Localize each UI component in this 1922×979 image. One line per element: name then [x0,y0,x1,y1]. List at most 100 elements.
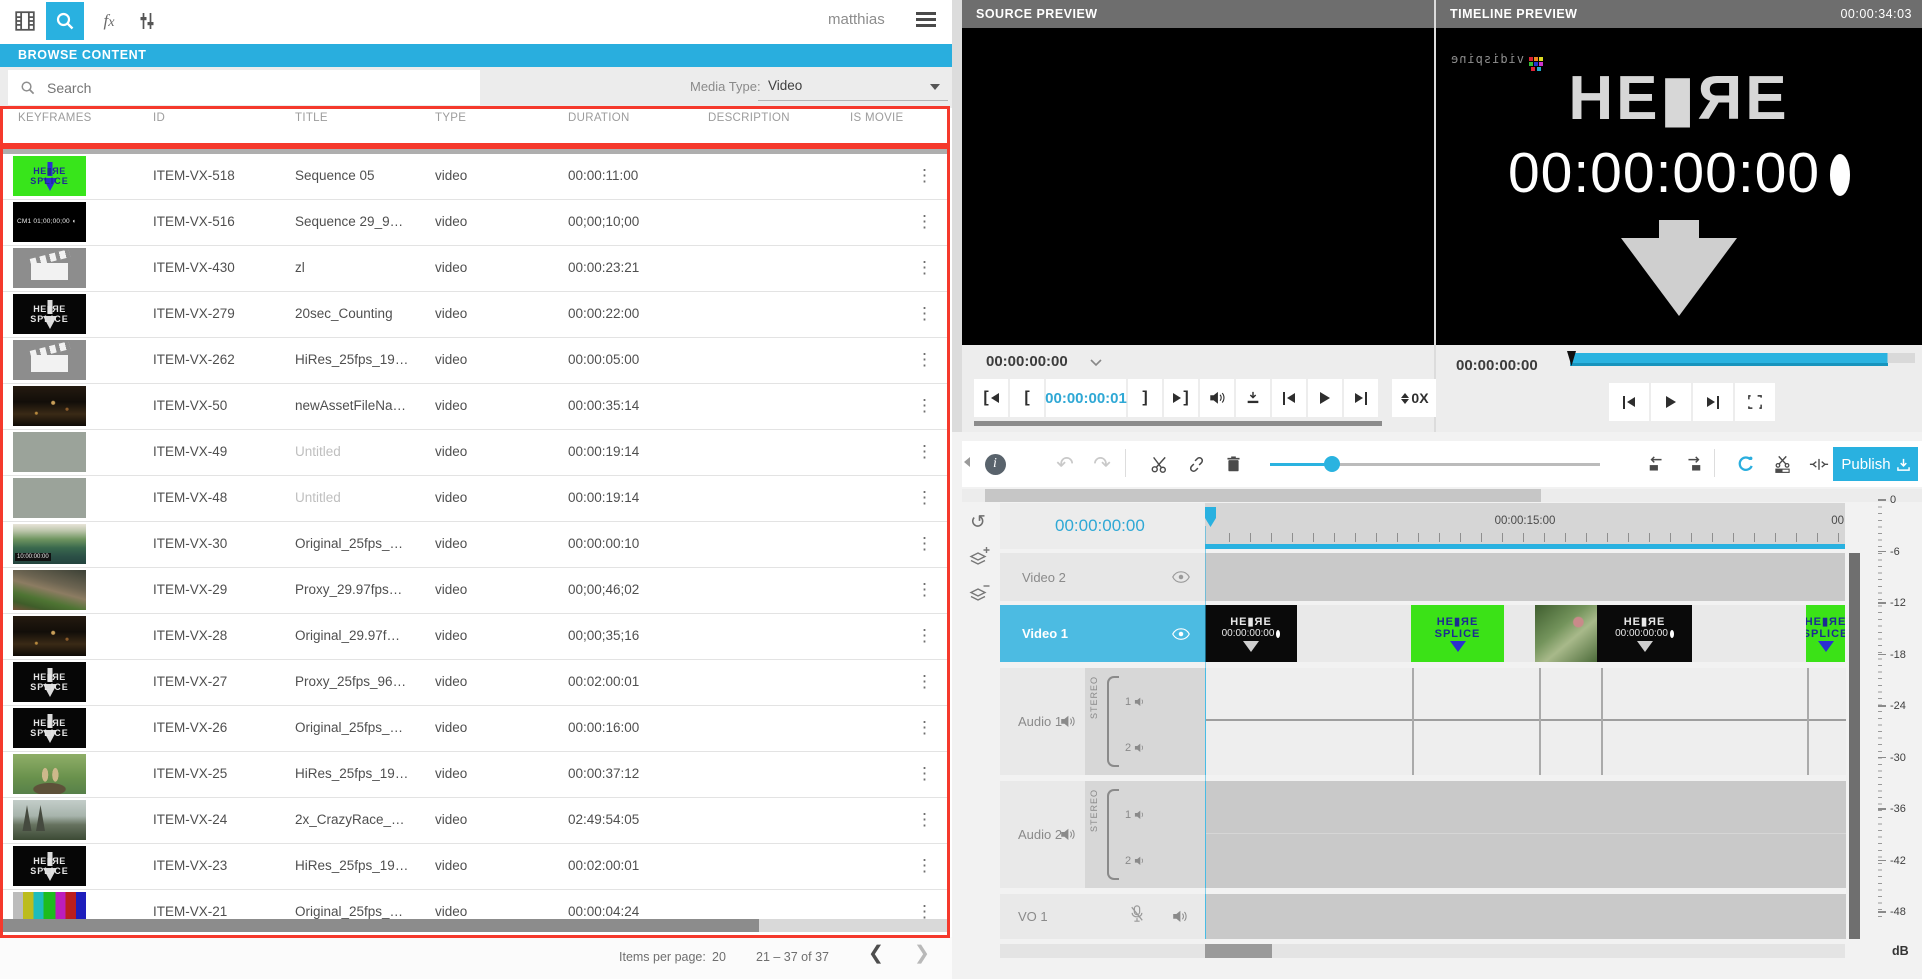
track-content-audio1[interactable] [1205,668,1846,775]
fullscreen-button[interactable] [1735,383,1775,421]
kebab-menu-icon[interactable]: ⋮ [916,855,933,877]
track-content-audio2[interactable] [1205,781,1846,888]
track-content-vo1[interactable] [1205,894,1846,939]
table-row[interactable]: ITEM-VX-430 zl video 00:00:23:21 ⋮ [0,246,950,292]
table-row[interactable]: ITEM-VX-262 HiRes_25fps_19… video 00:00:… [0,338,950,384]
next-frame-button[interactable] [1344,379,1378,417]
table-row[interactable]: ITEM-VX-49 Untitled video 00:00:19:14 ⋮ [0,430,950,476]
col-type[interactable]: TYPE [435,112,466,124]
scrollbar-thumb[interactable] [3,919,759,932]
speaker-icon[interactable] [1060,715,1076,728]
goto-out-button[interactable]: ] [1164,379,1198,417]
eye-icon[interactable] [1172,571,1190,583]
speaker-icon[interactable] [1060,828,1076,841]
media-type-value[interactable]: Video [768,78,802,93]
track-header-video1[interactable]: Video 1 [1000,605,1205,662]
play-button[interactable] [1651,383,1691,421]
chevron-down-icon[interactable] [1090,359,1102,367]
table-row[interactable]: ITEM-VX-28 Original_29.97f… video 00;00;… [0,614,950,660]
track-header-vo1[interactable]: VO 1 [1000,894,1205,939]
kebab-menu-icon[interactable]: ⋮ [916,579,933,601]
scrollbar-thumb[interactable] [985,489,1541,502]
speaker-icon[interactable] [1134,856,1146,866]
goto-end-button[interactable] [1693,383,1733,421]
filmstrip-tab-button[interactable] [6,2,44,40]
remove-track-icon[interactable] [968,583,990,603]
table-row[interactable]: ITEM-VX-50 newAssetFileNa… video 00:00:3… [0,384,950,430]
ripple-left-button[interactable] [1642,449,1672,479]
kebab-menu-icon[interactable]: ⋮ [916,763,933,785]
timeline-bottom-scrollbar[interactable] [1000,944,1845,958]
col-is-movie[interactable]: IS MOVIE [850,112,904,124]
timeline-vertical-scrollbar[interactable] [1849,553,1860,939]
redo-button[interactable]: ↷ [1087,449,1117,479]
add-track-icon[interactable] [968,547,990,567]
speaker-icon[interactable] [1172,910,1188,923]
table-row[interactable]: ITEM-VX-23 HiRes_25fps_19… video 00:02:0… [0,844,950,890]
info-button[interactable]: i [980,449,1010,479]
kebab-menu-icon[interactable]: ⋮ [916,671,933,693]
ripple-right-button[interactable] [1678,449,1708,479]
preview-progress-bar[interactable] [1570,353,1915,363]
playhead-timecode[interactable]: 00:00:00:00 [1055,516,1145,536]
table-row[interactable]: ITEM-VX-25 HiRes_25fps_19… video 00:00:3… [0,752,950,798]
search-input[interactable] [45,79,429,97]
timeline-top-scrollbar[interactable] [962,489,1922,502]
current-user[interactable]: matthias [828,11,885,28]
delete-button[interactable] [1218,449,1248,479]
track-content-video1[interactable]: HE▮ЯE 00:00:00:00 HE▮ЯE SPLICE HE▮ЯE 00:… [1205,605,1845,662]
table-row[interactable]: ITEM-VX-26 Original_25fps_… video 00:00:… [0,706,950,752]
timeline-ruler[interactable]: 00:00:15:00 00 [1205,503,1845,549]
prev-page-button[interactable]: ❮ [868,942,884,965]
table-row[interactable]: ITEM-VX-279 20sec_Counting video 00:00:2… [0,292,950,338]
kebab-menu-icon[interactable]: ⋮ [916,533,933,555]
goto-in-button[interactable]: [ [974,379,1008,417]
goto-start-button[interactable] [1609,383,1649,421]
timeline-monitor[interactable]: vidispine HE▮ЯE 00:00:00:00 [1436,28,1922,345]
table-row[interactable]: ITEM-VX-516 Sequence 29_9… video 00;00;1… [0,200,950,246]
fit-timeline-button[interactable] [1804,449,1834,479]
in-point-timecode[interactable]: 00:00:00:01 [1046,379,1126,417]
kebab-menu-icon[interactable]: ⋮ [916,257,933,279]
zoom-slider-track[interactable] [1270,463,1600,466]
effects-tab-button[interactable]: fx [90,2,128,40]
source-scrub-bar[interactable] [974,421,1382,426]
table-row[interactable]: ITEM-VX-30 Original_25fps_… video 00:00:… [0,522,950,568]
undo-button[interactable]: ↶ [1050,449,1080,479]
kebab-menu-icon[interactable]: ⋮ [916,303,933,325]
kebab-menu-icon[interactable]: ⋮ [916,625,933,647]
insert-to-timeline-button[interactable] [1236,379,1270,417]
collapse-arrow-icon[interactable] [964,457,970,467]
chevron-down-icon[interactable] [930,84,940,90]
track-header-audio1[interactable]: Audio 1 [1000,668,1085,775]
source-timecode[interactable]: 00:00:00:00 [986,353,1068,370]
speed-control[interactable]: 00XX [1392,379,1438,417]
kebab-menu-icon[interactable]: ⋮ [916,487,933,509]
publish-button[interactable]: Publish [1833,447,1918,481]
search-tab-button[interactable] [46,2,84,40]
mark-out-button[interactable]: ] [1128,379,1162,417]
speaker-icon[interactable] [1134,697,1146,707]
volume-button[interactable] [1200,379,1234,417]
table-row[interactable]: ITEM-VX-518 Sequence 05 video 00:00:11:0… [0,154,950,200]
table-row[interactable]: ITEM-VX-27 Proxy_25fps_96… video 00:02:0… [0,660,950,706]
play-button[interactable] [1308,379,1342,417]
snap-button[interactable] [1730,449,1760,479]
col-duration[interactable]: DURATION [568,112,630,124]
kebab-menu-icon[interactable]: ⋮ [916,809,933,831]
mic-muted-icon[interactable] [1130,905,1144,923]
col-id[interactable]: ID [153,112,165,124]
table-row[interactable]: ITEM-VX-24 2x_CrazyRace_… video 02:49:54… [0,798,950,844]
source-monitor[interactable] [962,28,1434,345]
kebab-menu-icon[interactable]: ⋮ [916,165,933,187]
eye-icon[interactable] [1172,628,1190,640]
settings-tab-button[interactable] [128,2,166,40]
cut-button[interactable] [1144,449,1174,479]
kebab-menu-icon[interactable]: ⋮ [916,717,933,739]
timeline-clip-countdown[interactable]: HE▮ЯE 00:00:00:00 [1205,605,1297,662]
table-row[interactable]: ITEM-VX-48 Untitled video 00:00:19:14 ⋮ [0,476,950,522]
speaker-icon[interactable] [1134,743,1146,753]
timeline-clip-countdown[interactable]: HE▮ЯE 00:00:00:00 [1597,605,1692,662]
timeline-clip-splice[interactable]: HE▮ЯE SPLICE [1806,605,1845,662]
table-row[interactable]: ITEM-VX-29 Proxy_29.97fps… video 00;00;4… [0,568,950,614]
